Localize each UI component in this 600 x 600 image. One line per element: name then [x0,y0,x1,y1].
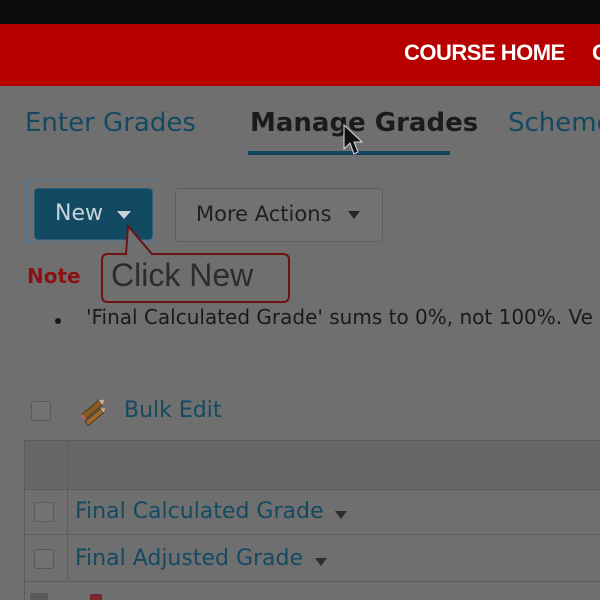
chevron-down-icon[interactable] [315,558,327,566]
top-navbar: COURSE HOME C [0,24,600,86]
bullet-icon [55,318,61,324]
column-divider [67,441,68,489]
row-checkbox[interactable] [34,502,54,522]
browser-dark-strip [0,0,600,24]
new-button-label: New [55,201,103,226]
page: COURSE HOME C Enter Grades Manage Grades… [0,0,600,600]
course-home-link[interactable]: COURSE HOME [404,40,565,66]
bulk-edit-link[interactable]: Bulk Edit [124,398,222,423]
pencil-icon [80,399,106,427]
chevron-down-icon [117,211,131,219]
grade-item-link[interactable]: Final Calculated Grade [75,499,323,524]
table-row: Final Calculated Grade [25,489,600,535]
tooltip-text: Click New [111,257,254,293]
note-text: 'Final Calculated Grade' sums to 0%, not… [86,305,593,329]
chevron-down-icon[interactable] [335,511,347,519]
tab-enter-grades[interactable]: Enter Grades [25,108,196,138]
column-divider [67,536,68,582]
tab-schemes[interactable]: Scheme [508,108,600,138]
partial-icon-edge [90,594,102,600]
table-row: Final Adjusted Grade [25,536,600,582]
tab-manage-grades[interactable]: Manage Grades [250,108,478,138]
navbar-next-link[interactable]: C [592,40,600,66]
row-checkbox[interactable] [34,549,54,569]
grade-item-link[interactable]: Final Adjusted Grade [75,546,303,571]
chevron-down-icon [348,211,360,219]
table-header [25,441,600,490]
partial-row-edge [30,593,48,600]
mouse-cursor-icon [343,124,363,155]
select-all-checkbox[interactable] [31,401,51,421]
note-label: Note [27,264,81,288]
grades-table: Final Calculated Grade Final Adjusted Gr… [24,440,600,600]
column-divider [67,489,68,535]
